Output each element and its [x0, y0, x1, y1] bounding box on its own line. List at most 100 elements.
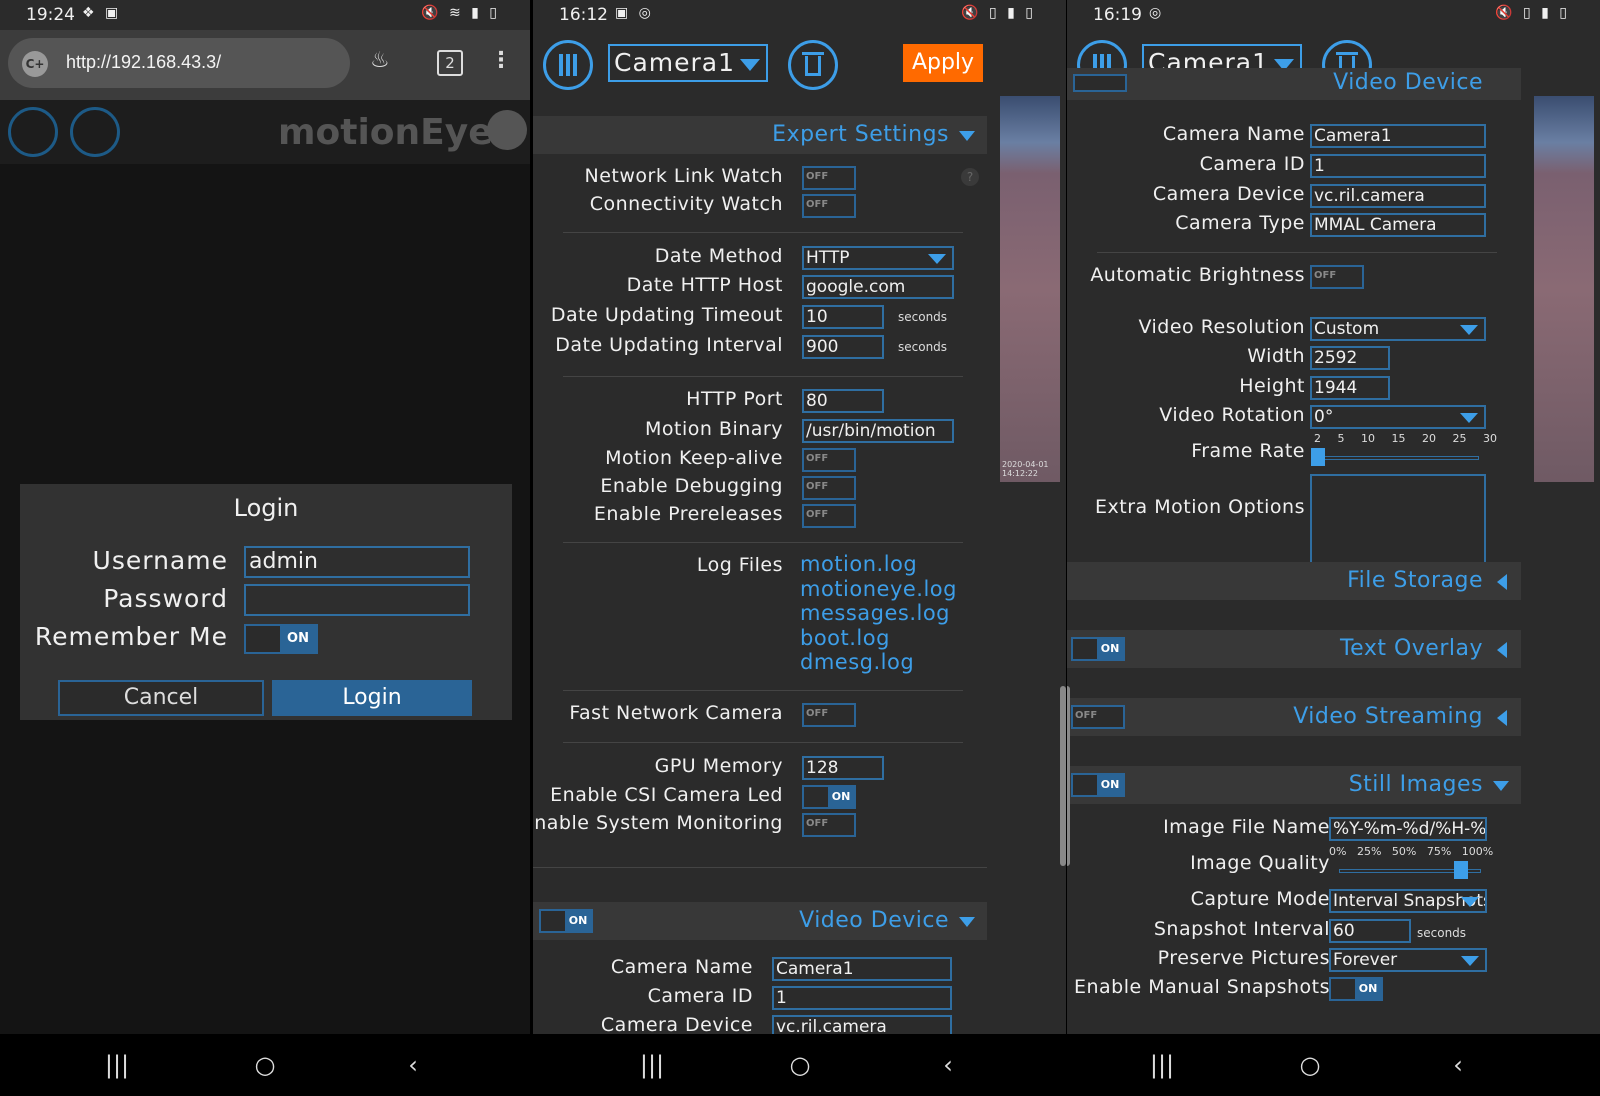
divider [563, 376, 963, 377]
date-interval-label: Date Updating Interval [555, 334, 783, 356]
home-icon[interactable]: ○ [783, 1048, 817, 1082]
camera-name-input[interactable]: Camera1 [772, 957, 952, 981]
image-file-name-input[interactable]: %Y-%m-%d/%H-% [1329, 817, 1487, 841]
url-text[interactable]: http://192.168.43.3/ [66, 52, 221, 73]
motion-keepalive-toggle[interactable]: OFF [802, 448, 856, 472]
log-link-motioneye[interactable]: motioneye.log [800, 577, 957, 601]
divider [563, 690, 963, 691]
camera-name-input[interactable]: Camera1 [1310, 124, 1486, 148]
image-quality-slider-handle[interactable] [1453, 861, 1468, 879]
gpu-memory-input[interactable]: 128 [802, 756, 884, 780]
log-files-label: Log Files [696, 554, 783, 576]
motion-binary-input[interactable]: /usr/bin/motion [802, 419, 954, 443]
camera-id-label: Camera ID [1199, 153, 1305, 175]
log-link-messages[interactable]: messages.log [800, 601, 950, 625]
cancel-button[interactable]: Cancel [58, 680, 264, 716]
recents-icon[interactable]: ||| [100, 1048, 134, 1082]
password-input[interactable] [244, 584, 470, 616]
http-port-input[interactable]: 80 [802, 389, 884, 413]
camera-id-input[interactable]: 1 [772, 986, 952, 1010]
csi-camera-led-toggle[interactable]: ON [802, 785, 856, 809]
home-icon[interactable]: ○ [1293, 1048, 1327, 1082]
auto-brightness-toggle[interactable]: OFF [1310, 265, 1364, 289]
video-device-toggle[interactable] [1073, 74, 1127, 92]
date-interval-input[interactable]: 900 [802, 335, 884, 359]
date-method-label: Date Method [654, 245, 783, 267]
date-method-select[interactable]: HTTP [802, 246, 954, 270]
text-overlay-toggle[interactable]: ON [1071, 637, 1125, 661]
date-http-host-label: Date HTTP Host [626, 274, 783, 296]
video-device-toggle[interactable]: ON [539, 909, 593, 933]
section-video-device[interactable]: ON Video Device [533, 902, 987, 940]
apply-button[interactable]: Apply [903, 44, 983, 82]
camera-device-input[interactable]: vc.ril.camera [1310, 184, 1486, 208]
preview-timestamp: 2020-04-01 14:12:22 [1002, 460, 1049, 478]
enable-prereleases-toggle[interactable]: OFF [802, 504, 856, 528]
still-images-toggle[interactable]: ON [1071, 773, 1125, 797]
help-icon[interactable]: ? [961, 168, 979, 186]
capture-mode-select[interactable]: Interval Snapshots [1329, 889, 1487, 913]
frame-rate-slider-handle[interactable] [1311, 448, 1325, 466]
video-resolution-select[interactable]: Custom [1310, 317, 1486, 341]
section-file-storage[interactable]: File Storage [1067, 562, 1521, 600]
recents-icon[interactable]: ||| [1145, 1048, 1179, 1082]
trash-icon[interactable] [788, 40, 838, 90]
camera-id-label: Camera ID [647, 985, 753, 1007]
username-input[interactable]: admin [244, 546, 470, 578]
date-timeout-input[interactable]: 10 [802, 305, 884, 329]
scrollbar[interactable] [1060, 686, 1066, 866]
log-link-dmesg[interactable]: dmesg.log [800, 650, 914, 674]
units-label: seconds [898, 340, 948, 354]
section-expert-settings[interactable]: Expert Settings [533, 116, 987, 154]
flame-icon[interactable]: ♨ [370, 48, 390, 73]
image-file-name-label: Image File Name [1163, 816, 1330, 838]
network-link-watch-toggle[interactable]: OFF [802, 166, 856, 190]
back-icon[interactable]: ‹ [1441, 1048, 1475, 1082]
fast-network-camera-label: Fast Network Camera [569, 702, 783, 724]
date-http-host-input[interactable]: google.com [802, 275, 954, 299]
scrollbar[interactable] [1067, 686, 1070, 866]
system-monitoring-toggle[interactable]: OFF [802, 813, 856, 837]
site-info-icon[interactable]: C+ [22, 51, 48, 77]
section-video-device-partial[interactable]: Video Device [1067, 68, 1521, 100]
camera-type-input[interactable]: MMAL Camera [1310, 213, 1486, 237]
notification-icons: ◎ [1149, 5, 1165, 21]
menu-icon[interactable] [8, 107, 58, 157]
recents-icon[interactable]: ||| [635, 1048, 669, 1082]
camera-select[interactable]: Camera1 [608, 44, 768, 82]
manual-snapshots-toggle[interactable]: ON [1329, 977, 1383, 1001]
snapshot-interval-input[interactable]: 60 [1329, 919, 1411, 943]
video-rotation-select[interactable]: 0° [1310, 405, 1486, 429]
width-input[interactable]: 2592 [1310, 346, 1390, 370]
remember-me-toggle[interactable]: ON [244, 624, 318, 654]
section-video-streaming[interactable]: OFF Video Streaming [1067, 698, 1521, 736]
section-title: Expert Settings [772, 122, 949, 147]
login-button[interactable]: Login [272, 680, 472, 716]
back-icon[interactable]: ‹ [396, 1048, 430, 1082]
fast-network-camera-toggle[interactable]: OFF [802, 703, 856, 727]
height-input[interactable]: 1944 [1310, 376, 1390, 400]
connectivity-watch-toggle[interactable]: OFF [802, 194, 856, 218]
more-menu-icon[interactable]: ⋮ [490, 48, 512, 73]
extra-motion-options-textarea[interactable] [1310, 474, 1486, 564]
camera-id-input[interactable]: 1 [1310, 154, 1486, 178]
menu-icon[interactable] [543, 40, 593, 90]
section-title: Still Images [1348, 772, 1483, 797]
home-icon[interactable]: ○ [248, 1048, 282, 1082]
address-field[interactable]: C+ http://192.168.43.3/ [8, 38, 350, 88]
log-link-boot[interactable]: boot.log [800, 626, 890, 650]
back-icon[interactable]: ‹ [931, 1048, 965, 1082]
chevron-down-icon [959, 917, 975, 927]
motion-binary-label: Motion Binary [644, 418, 783, 440]
preserve-pictures-select[interactable]: Forever [1329, 948, 1487, 972]
frame-rate-slider[interactable] [1317, 456, 1479, 460]
video-streaming-toggle[interactable]: OFF [1071, 705, 1125, 729]
android-nav-bar: ||| ○ ‹ [0, 1034, 530, 1096]
log-link-motion[interactable]: motion.log [800, 552, 917, 576]
section-still-images[interactable]: ON Still Images [1067, 766, 1521, 804]
enable-debugging-toggle[interactable]: OFF [802, 476, 856, 500]
tab-count-icon[interactable]: 2 [437, 50, 463, 76]
section-text-overlay[interactable]: ON Text Overlay [1067, 630, 1521, 668]
user-icon[interactable] [70, 107, 120, 157]
enable-prereleases-label: Enable Prereleases [593, 503, 783, 525]
